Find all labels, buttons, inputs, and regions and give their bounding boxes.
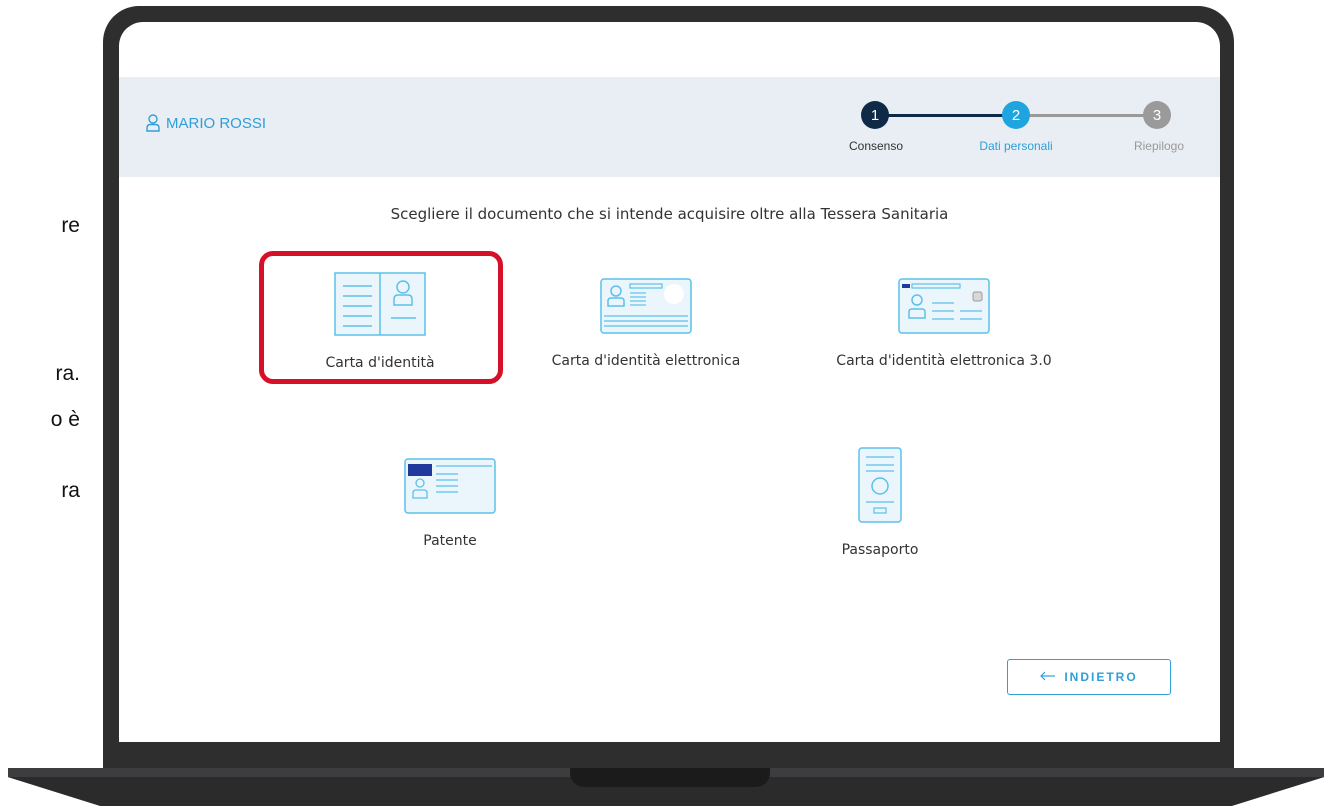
user-info[interactable]: MARIO ROSSI [146,114,266,132]
slide-text-fragment: ra. [55,362,80,385]
driving-license-icon [404,458,496,519]
user-name: MARIO ROSSI [166,114,267,132]
step-2-label: Dati personali [979,139,1053,153]
arrow-left-icon [1040,668,1056,686]
app-header: MARIO ROSSI 1 2 3 Consenso Dati personal… [119,77,1220,177]
doc-option-carta-identita-elettronica[interactable]: Carta d'identità elettronica [536,278,756,369]
slide-text-fragment: o è [50,408,80,431]
step-2-circle: 2 [1002,101,1030,129]
background-slide-text: re ra. o è ra [0,0,110,810]
page-title: Scegliere il documento che si intende ac… [390,205,949,223]
step-1-circle: 1 [861,101,889,129]
doc-option-label: Carta d'identità elettronica 3.0 [836,353,1052,369]
electronic-id-card-icon [600,278,692,339]
doc-option-label: Patente [423,533,477,549]
selection-highlight [259,251,503,384]
slide-text-fragment: re [61,214,80,237]
electronic-id-card-3-icon [898,278,990,339]
back-button-label: INDIETRO [1064,670,1138,684]
user-icon [146,114,160,132]
step-3-label: Riepilogo [1133,139,1185,153]
doc-option-carta-identita-elettronica-3[interactable]: Carta d'identità elettronica 3.0 [819,278,1069,369]
back-button[interactable]: INDIETRO [1007,659,1171,695]
step-3-circle: 3 [1143,101,1171,129]
doc-option-label: Carta d'identità elettronica [551,353,741,369]
progress-stepper: 1 2 3 Consenso Dati personali Riepilogo [839,99,1209,169]
step-1-label: Consenso [848,139,904,153]
laptop-screen: MARIO ROSSI 1 2 3 Consenso Dati personal… [119,22,1220,742]
doc-option-passaporto[interactable]: Passaporto [810,447,950,558]
step-connector-pending [1023,114,1151,117]
step-connector-done [881,114,1009,117]
slide-text-fragment: ra [61,479,80,502]
doc-option-label: Passaporto [841,542,919,558]
laptop-notch [570,768,770,787]
passport-icon [858,447,902,528]
doc-option-patente[interactable]: Patente [370,458,530,549]
